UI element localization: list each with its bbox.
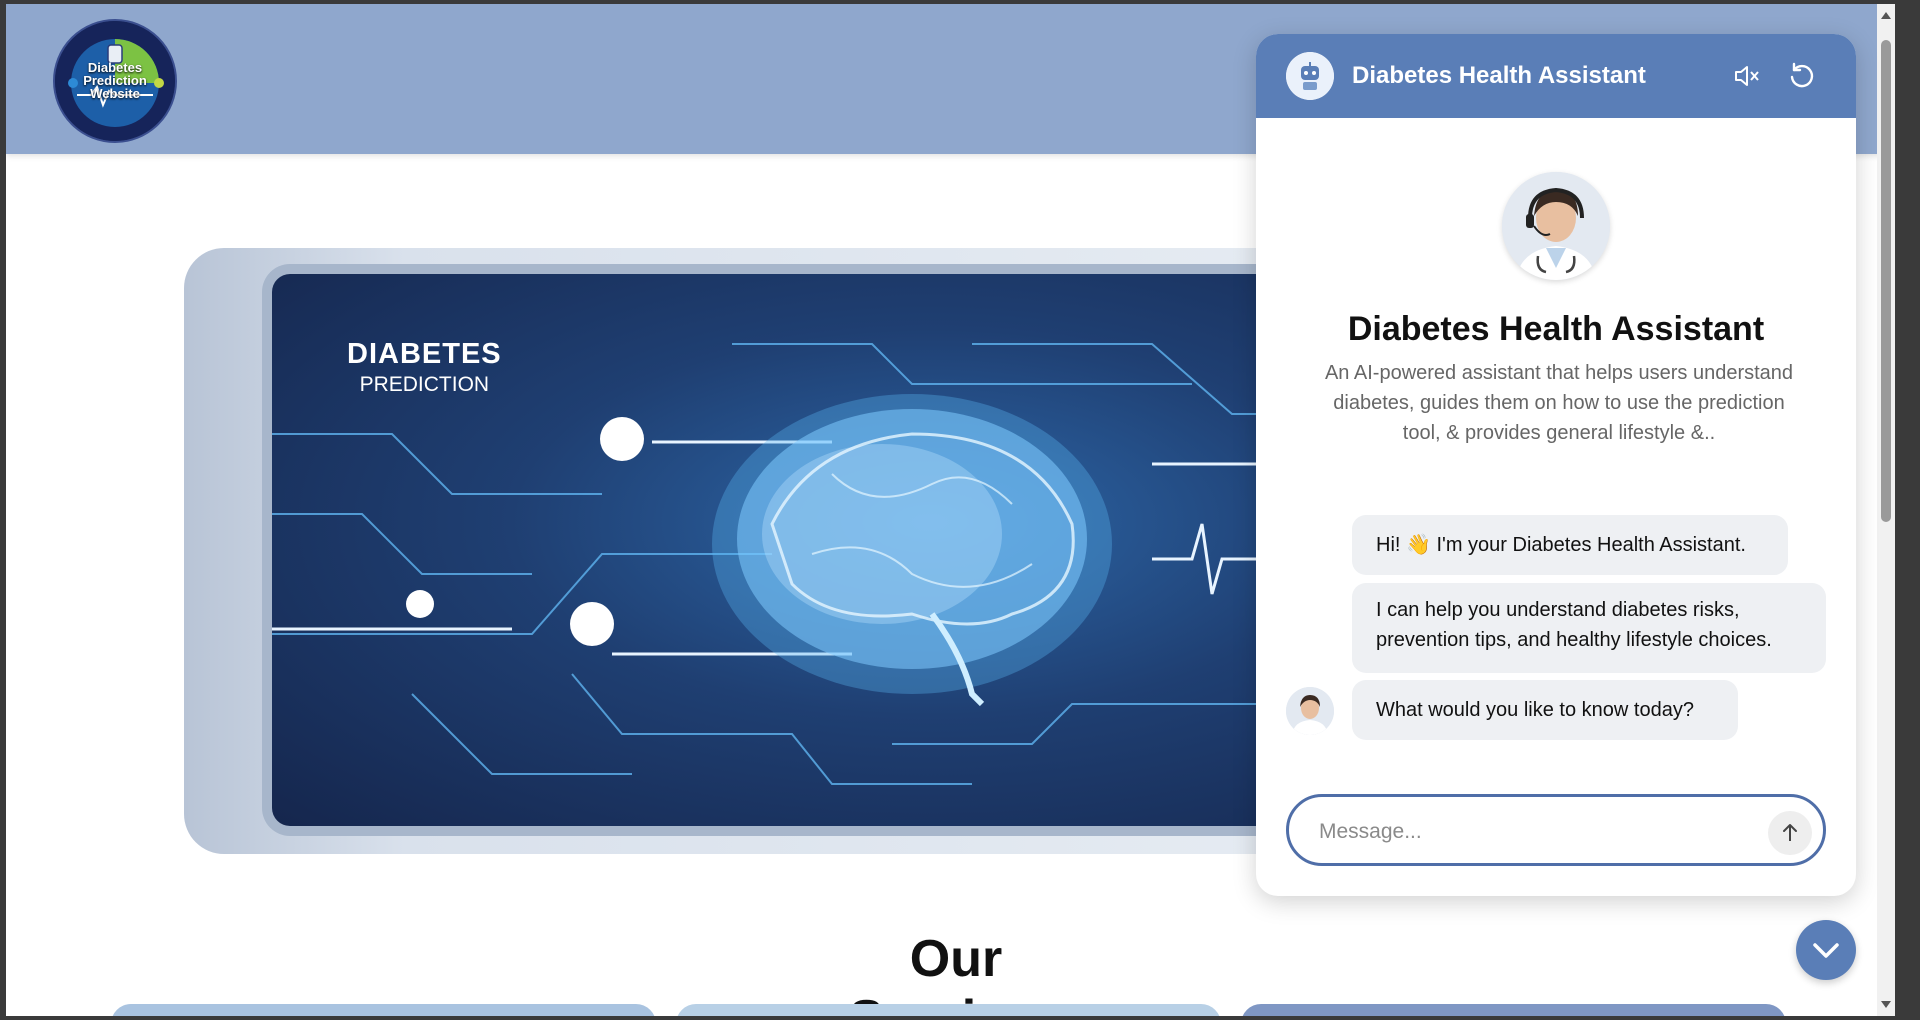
send-button[interactable]: [1768, 811, 1812, 855]
assistant-message: Hi! 👋 I'm your Diabetes Health Assistant…: [1352, 515, 1788, 575]
message-composer: [1286, 794, 1826, 866]
scroll-up-icon[interactable]: [1881, 12, 1891, 19]
collapse-chat-button[interactable]: [1796, 920, 1856, 980]
service-card[interactable]: [111, 1004, 656, 1016]
hero-title-line-2: PREDICTION: [359, 373, 490, 396]
assistant-intro-title: Diabetes Health Assistant: [1347, 310, 1765, 348]
refresh-icon: [1790, 62, 1814, 88]
scroll-down-icon[interactable]: [1881, 1001, 1891, 1008]
services-heading: Our Services: [849, 930, 1063, 1016]
assistant-message-avatar: [1286, 687, 1334, 735]
assistant-intro-description: An AI-powered assistant that helps users…: [1324, 362, 1794, 444]
assistant-message: What would you like to know today?: [1352, 680, 1738, 740]
chat-header: Diabetes Health Assistant: [1256, 34, 1856, 118]
message-input[interactable]: [1317, 813, 1741, 851]
volume-mute-icon: [1735, 66, 1759, 86]
reset-chat-button[interactable]: [1786, 60, 1818, 92]
assistant-message: I can help you understand diabetes risks…: [1352, 583, 1826, 673]
page-scrollbar[interactable]: [1877, 4, 1895, 1016]
logo-line-3: Website: [90, 86, 140, 101]
mute-button[interactable]: [1730, 60, 1762, 92]
chevron-down-icon: [1813, 943, 1839, 958]
doctor-portrait-icon: [1502, 172, 1610, 280]
chat-header-title: Diabetes Health Assistant: [1352, 62, 1646, 89]
doctor-avatar-icon: [1286, 687, 1334, 735]
hero-title: DIABETES PREDICTION: [347, 338, 502, 397]
service-card[interactable]: [1241, 1004, 1786, 1016]
hero-banner: DIABETES PREDICTION: [184, 248, 1284, 854]
service-card[interactable]: [676, 1004, 1221, 1016]
chat-widget: Diabetes Health Assistant Diabetes Healt…: [1256, 34, 1856, 896]
assistant-avatar: [1502, 172, 1610, 280]
site-logo[interactable]: Diabetes Prediction Website: [53, 19, 177, 143]
logo-text: Diabetes Prediction Website: [55, 61, 175, 100]
arrow-up-icon: [1783, 824, 1797, 841]
scroll-thumb[interactable]: [1881, 40, 1891, 522]
hero-screen: DIABETES PREDICTION: [262, 264, 1284, 836]
assistant-header-avatar: [1286, 52, 1334, 100]
robot-doctor-icon: [1286, 52, 1334, 100]
hero-title-line-1: DIABETES: [347, 338, 502, 370]
